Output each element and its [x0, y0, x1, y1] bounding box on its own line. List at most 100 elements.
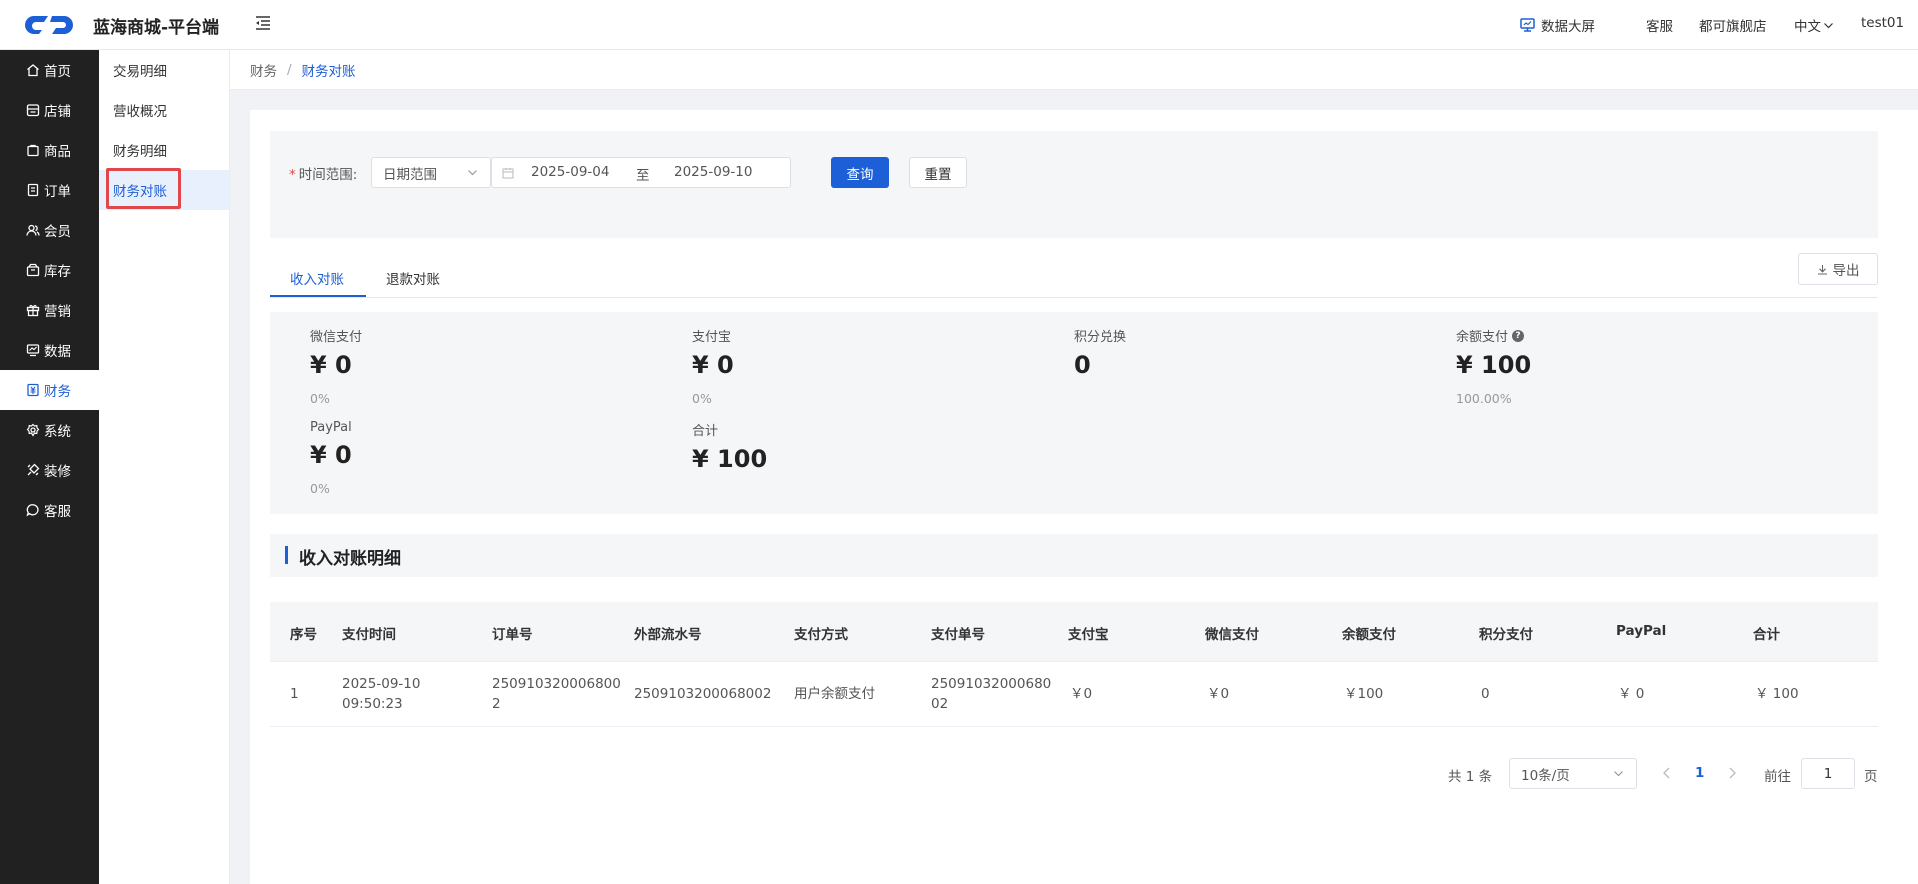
sidebar-item-shop[interactable]: 店铺: [0, 90, 99, 130]
gear-icon: [26, 423, 40, 437]
cell-index: 1: [290, 686, 299, 702]
chevron-down-icon: [468, 170, 477, 176]
chevron-right-icon[interactable]: [1724, 764, 1740, 782]
tab-refund-reconciliation[interactable]: 退款对账: [386, 268, 440, 288]
sidebar-item-label: 数据: [44, 344, 71, 360]
stat-balance: 余额支付 ? ¥ 100 100.00%: [1456, 326, 1531, 406]
subnav-item-transactions[interactable]: 交易明细: [99, 50, 229, 90]
finance-subnav: 交易明细 营收概况 财务明细 财务对账: [99, 50, 230, 884]
sidebar-item-service[interactable]: 客服: [0, 490, 99, 530]
stat-label: 合计: [692, 424, 719, 439]
page-number-current[interactable]: 1: [1695, 765, 1704, 781]
store-name[interactable]: 都可旗舰店: [1699, 15, 1767, 35]
gift-icon: [26, 304, 40, 317]
sidebar-item-label: 财务: [44, 384, 71, 400]
sidebar-item-label: 订单: [44, 184, 71, 200]
sidebar-item-label: 装修: [44, 464, 71, 480]
time-range-label-text: 时间范围:: [298, 167, 358, 183]
section-accent-bar: [285, 546, 288, 564]
range-type-select[interactable]: 日期范围: [371, 157, 491, 188]
sidebar-item-decorate[interactable]: 装修: [0, 450, 99, 490]
end-date[interactable]: 2025-09-10: [674, 164, 752, 180]
finance-icon: [27, 383, 39, 397]
sidebar-item-label: 库存: [44, 264, 71, 280]
column-header: PayPal: [1616, 623, 1667, 639]
start-date[interactable]: 2025-09-04: [531, 164, 609, 180]
sidebar-item-member[interactable]: 会员: [0, 210, 99, 250]
sidebar-item-order[interactable]: 订单: [0, 170, 99, 210]
cell-points: 0: [1481, 686, 1490, 702]
cell-pay-time: 2025-09-10 09:50:23: [342, 674, 420, 714]
primary-sidebar: 首页 店铺 商品 订单 会员 库存 营销 数据 财务 系统 装修 客服: [0, 50, 99, 884]
column-header: 微信支付: [1205, 627, 1259, 643]
cell-pay-clock: 09:50:23: [342, 696, 403, 712]
sidebar-item-goods[interactable]: 商品: [0, 130, 99, 170]
sidebar-item-inventory[interactable]: 库存: [0, 250, 99, 290]
stat-label: 余额支付 ?: [1456, 326, 1531, 345]
export-button[interactable]: 导出: [1798, 253, 1878, 285]
download-icon: [1817, 264, 1827, 275]
cell-wechat: ￥0: [1207, 686, 1230, 702]
cell-order-no-line: 250910320006800: [492, 676, 621, 692]
column-header: 支付时间: [342, 627, 396, 643]
cell-pay-date: 2025-09-10: [342, 676, 421, 692]
chevron-left-icon[interactable]: [1659, 764, 1675, 782]
table-header: 序号 支付时间 订单号 外部流水号 支付方式 支付单号 支付宝 微信支付 余额支…: [270, 602, 1878, 662]
column-header: 支付方式: [794, 627, 848, 643]
required-mark: *: [289, 167, 296, 183]
breadcrumb-parent[interactable]: 财务: [250, 60, 277, 80]
chat-icon: [26, 504, 39, 517]
sidebar-item-finance[interactable]: 财务: [0, 370, 99, 410]
cell-pay-method: 用户余额支付: [794, 686, 875, 702]
section-header: [270, 534, 1878, 577]
table-row[interactable]: 1 2025-09-10 09:50:23 250910320006800 2 …: [270, 662, 1878, 727]
data-screen-label: 数据大屏: [1541, 19, 1595, 35]
stat-alipay: 支付宝 ¥ 0 0%: [692, 326, 734, 406]
cell-alipay: ￥0: [1070, 686, 1093, 702]
range-type-value: 日期范围: [383, 166, 437, 183]
collapse-menu-icon[interactable]: [254, 14, 272, 32]
subnav-item-revenue-overview[interactable]: 营收概况: [99, 90, 229, 130]
column-header: 订单号: [492, 627, 533, 643]
sidebar-item-system[interactable]: 系统: [0, 410, 99, 450]
stat-value: 0: [1074, 351, 1091, 379]
sidebar-item-data[interactable]: 数据: [0, 330, 99, 370]
column-header: 支付宝: [1068, 627, 1109, 643]
cell-external-no: 2509103200068002: [634, 686, 772, 702]
tabs-divider: [270, 297, 1878, 298]
home-icon: [27, 64, 39, 77]
cell-order-no: 250910320006800 2: [492, 674, 621, 714]
stat-percent: 100.00%: [1456, 391, 1512, 406]
sidebar-item-label: 客服: [44, 504, 71, 520]
order-icon: [27, 183, 39, 197]
help-icon[interactable]: ?: [1512, 329, 1525, 342]
top-header: 蓝海商城-平台端 数据大屏 客服 都可旗舰店 中文 test01: [0, 0, 1918, 50]
chevron-down-icon: [1824, 22, 1833, 28]
language-switcher[interactable]: 中文: [1794, 15, 1834, 35]
column-header: 序号: [290, 627, 317, 643]
sidebar-item-label: 系统: [44, 424, 71, 440]
date-range-picker[interactable]: 2025-09-04 至 2025-09-10: [491, 157, 791, 188]
subnav-item-reconciliation[interactable]: 财务对账: [99, 170, 229, 210]
sidebar-item-marketing[interactable]: 营销: [0, 290, 99, 330]
page-size-select[interactable]: 10条/页: [1509, 758, 1637, 789]
stat-label: PayPal: [310, 420, 352, 435]
breadcrumb: 财务 / 财务对账: [230, 50, 1918, 90]
goto-label: 前往: [1764, 769, 1791, 785]
header-service-link[interactable]: 客服: [1646, 15, 1673, 35]
brush-icon: [27, 463, 40, 476]
subnav-item-finance-details[interactable]: 财务明细: [99, 130, 229, 170]
sidebar-item-home[interactable]: 首页: [0, 50, 99, 90]
chart-icon: [26, 344, 40, 357]
query-button[interactable]: 查询: [831, 157, 889, 188]
user-menu[interactable]: test01: [1861, 15, 1904, 31]
stat-percent: 0%: [310, 391, 330, 406]
data-screen-link[interactable]: 数据大屏: [1520, 15, 1595, 35]
column-header: 余额支付: [1342, 627, 1396, 643]
goto-page-input[interactable]: [1801, 758, 1855, 789]
reset-button[interactable]: 重置: [909, 157, 967, 188]
tab-income-reconciliation[interactable]: 收入对账: [290, 268, 344, 288]
language-label: 中文: [1794, 19, 1821, 35]
time-range-label: * 时间范围:: [289, 163, 357, 183]
column-header: 积分支付: [1479, 627, 1533, 643]
